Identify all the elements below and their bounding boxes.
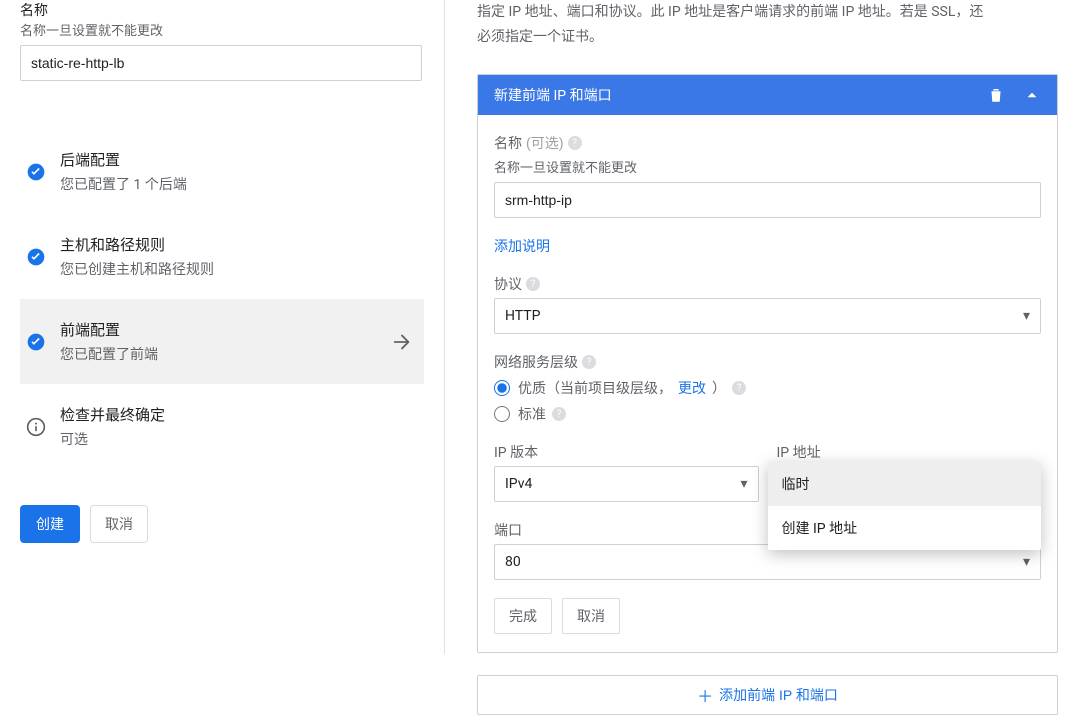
step-title: 主机和路径规则 — [60, 234, 414, 255]
tier-standard-label: 标准 ? — [518, 404, 566, 424]
check-circle-icon — [26, 162, 46, 182]
delete-icon[interactable] — [987, 86, 1005, 104]
tier-premium-radio[interactable] — [494, 380, 510, 396]
help-icon[interactable]: ? — [732, 381, 746, 395]
arrow-right-icon — [390, 330, 414, 354]
panel-title: 新建前端 IP 和端口 — [494, 85, 987, 105]
step-frontend[interactable]: 前端配置 您已配置了前端 — [20, 299, 424, 384]
check-circle-icon — [26, 332, 46, 352]
protocol-select[interactable]: HTTP ▾ — [494, 298, 1041, 334]
collapse-icon[interactable] — [1023, 86, 1041, 104]
intro-text: 指定 IP 地址、端口和协议。此 IP 地址是客户端请求的前端 IP 地址。若是… — [477, 0, 1058, 25]
tier-standard-radio[interactable] — [494, 406, 510, 422]
name-optional: (可选) — [526, 133, 564, 153]
step-sub: 可选 — [60, 429, 414, 449]
help-icon[interactable]: ? — [526, 277, 540, 291]
dropdown-item-create-ip[interactable]: 创建 IP 地址 — [768, 506, 1042, 550]
tier-change-link[interactable]: 更改 — [678, 378, 706, 398]
tier-label: 网络服务层级 — [494, 352, 578, 372]
help-icon[interactable]: ? — [582, 355, 596, 369]
frontend-panel: 新建前端 IP 和端口 名称 (可选) ? — [477, 74, 1058, 653]
ip-version-select[interactable]: IPv4 ▾ — [494, 466, 759, 502]
port-label: 端口 — [494, 520, 522, 540]
lb-name-input[interactable] — [20, 45, 422, 81]
name-label: 名称 — [494, 133, 522, 153]
step-sub: 您已配置了 1 个后端 — [60, 174, 414, 194]
port-value: 80 — [505, 554, 521, 570]
step-host-path[interactable]: 主机和路径规则 您已创建主机和路径规则 — [20, 214, 424, 299]
ip-addr-label: IP 地址 — [777, 442, 821, 462]
caret-down-icon: ▾ — [1023, 554, 1030, 570]
step-sub: 您已创建主机和路径规则 — [60, 259, 414, 279]
caret-down-icon: ▾ — [740, 476, 747, 492]
name-label-top: 名称 — [20, 0, 424, 20]
plus-icon: ＋ — [697, 683, 713, 707]
tier-premium-label: 优质（当前项目级层级， 更改） ? — [518, 378, 746, 398]
step-backend[interactable]: 后端配置 您已配置了 1 个后端 — [20, 129, 424, 214]
ip-version-value: IPv4 — [505, 476, 532, 492]
check-circle-icon — [26, 247, 46, 267]
ip-version-label: IP 版本 — [494, 442, 538, 462]
add-frontend-label: 添加前端 IP 和端口 — [719, 685, 838, 705]
step-title: 前端配置 — [60, 319, 390, 340]
frontend-name-input[interactable] — [494, 182, 1041, 218]
help-icon[interactable]: ? — [568, 136, 582, 150]
name-hint-top: 名称一旦设置就不能更改 — [20, 20, 424, 39]
done-button[interactable]: 完成 — [494, 598, 552, 634]
cancel-button[interactable]: 取消 — [90, 505, 148, 543]
caret-down-icon: ▾ — [1023, 308, 1030, 324]
step-title: 后端配置 — [60, 149, 414, 170]
info-circle-icon — [26, 417, 46, 437]
dropdown-item-ephemeral[interactable]: 临时 — [768, 462, 1042, 506]
name-hint: 名称一旦设置就不能更改 — [494, 157, 1041, 176]
step-sub: 您已配置了前端 — [60, 344, 390, 364]
cancel-button[interactable]: 取消 — [562, 598, 620, 634]
add-frontend-button[interactable]: ＋ 添加前端 IP 和端口 — [477, 675, 1058, 715]
ip-address-dropdown[interactable]: 临时 创建 IP 地址 — [768, 462, 1042, 550]
step-review[interactable]: 检查并最终确定 可选 — [20, 384, 424, 469]
add-description-link[interactable]: 添加说明 — [494, 239, 550, 255]
protocol-value: HTTP — [505, 308, 540, 324]
help-icon[interactable]: ? — [552, 407, 566, 421]
create-button[interactable]: 创建 — [20, 505, 80, 543]
step-title: 检查并最终确定 — [60, 404, 414, 425]
protocol-label: 协议 — [494, 274, 522, 294]
intro-text: 必须指定一个证书。 — [477, 25, 1058, 50]
